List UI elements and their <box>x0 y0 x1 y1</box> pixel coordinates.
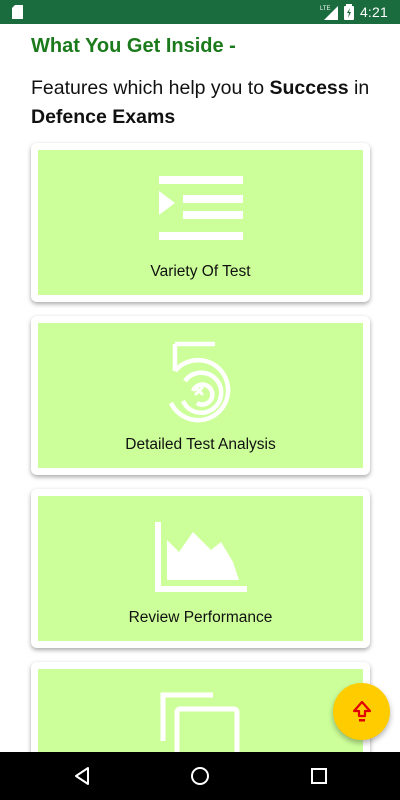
feature-card-review-performance[interactable]: Review Performance <box>31 489 370 648</box>
card-label: Review Performance <box>128 609 273 626</box>
page-subtitle: Features which help you to Success in De… <box>31 74 371 132</box>
subtitle-bold-1: Success <box>269 77 349 99</box>
subtitle-bold-2: Defence Exams <box>31 106 176 128</box>
subtitle-text-1: Features which help you to <box>31 77 270 99</box>
battery-charging-icon <box>343 4 354 20</box>
clock: 4:21 <box>359 4 388 20</box>
card-label: Detailed Test Analysis <box>125 436 276 453</box>
arrow-up-icon <box>352 700 371 721</box>
feature-card-detailed-test-analysis[interactable]: Detailed Test Analysis <box>31 316 370 475</box>
main-content: What You Get Inside - Features which hel… <box>0 24 400 752</box>
feature-card-4[interactable] <box>31 662 370 752</box>
card-label: Variety Of Test <box>150 263 251 280</box>
feature-card-variety-of-test[interactable]: Variety Of Test <box>31 143 370 302</box>
scroll-up-button[interactable] <box>333 683 390 740</box>
status-bar: LTE 4:21 <box>0 0 400 24</box>
list-play-icon <box>158 176 243 240</box>
page-title: What You Get Inside - <box>31 35 236 57</box>
card-body: Review Performance <box>38 496 363 641</box>
navigation-bar <box>0 752 400 800</box>
sd-card-icon <box>12 5 23 19</box>
copy-pages-icon <box>160 692 239 752</box>
target-analysis-icon <box>168 341 230 423</box>
area-chart-icon <box>154 522 247 592</box>
card-body: Detailed Test Analysis <box>38 323 363 468</box>
recents-icon[interactable] <box>307 764 331 788</box>
back-icon[interactable] <box>70 764 94 788</box>
subtitle-text-2: in <box>348 77 370 99</box>
network-type: LTE <box>320 6 331 12</box>
signal-icon: LTE <box>320 6 338 20</box>
card-body <box>38 669 363 752</box>
card-body: Variety Of Test <box>38 150 363 295</box>
home-icon[interactable] <box>188 764 212 788</box>
